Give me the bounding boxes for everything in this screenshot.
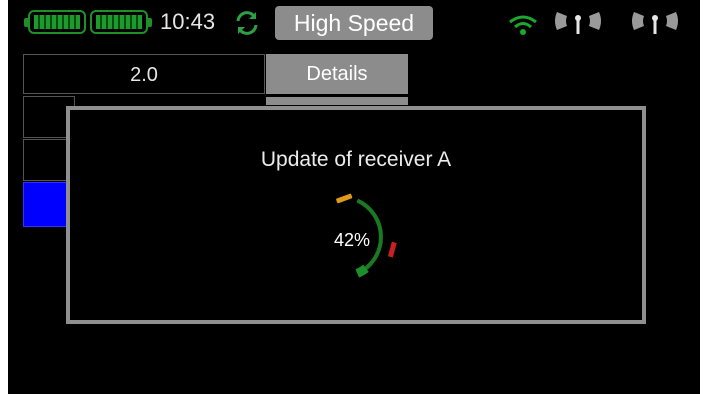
antenna-icon [632, 12, 678, 34]
details-button[interactable]: Details [266, 54, 408, 94]
progress-label: 42% [333, 230, 371, 250]
transmitter-battery-icon [24, 10, 86, 34]
sync-icon[interactable] [233, 9, 261, 37]
antenna-icon [555, 12, 601, 34]
progress-start-marker [336, 193, 353, 204]
clock: 10:43 [160, 9, 216, 34]
mode-badge[interactable]: High Speed [275, 6, 433, 40]
receiver-battery-icon [90, 10, 152, 34]
dialog-title: Update of receiver A [260, 148, 452, 171]
version-cell: 2.0 [23, 54, 265, 94]
details-row-2[interactable] [266, 97, 408, 105]
wifi-icon [509, 15, 537, 35]
update-dialog: Update of receiver A 42% [66, 106, 646, 324]
screen: 10:43 High Speed 2.0 Details Update of r… [8, 0, 700, 394]
